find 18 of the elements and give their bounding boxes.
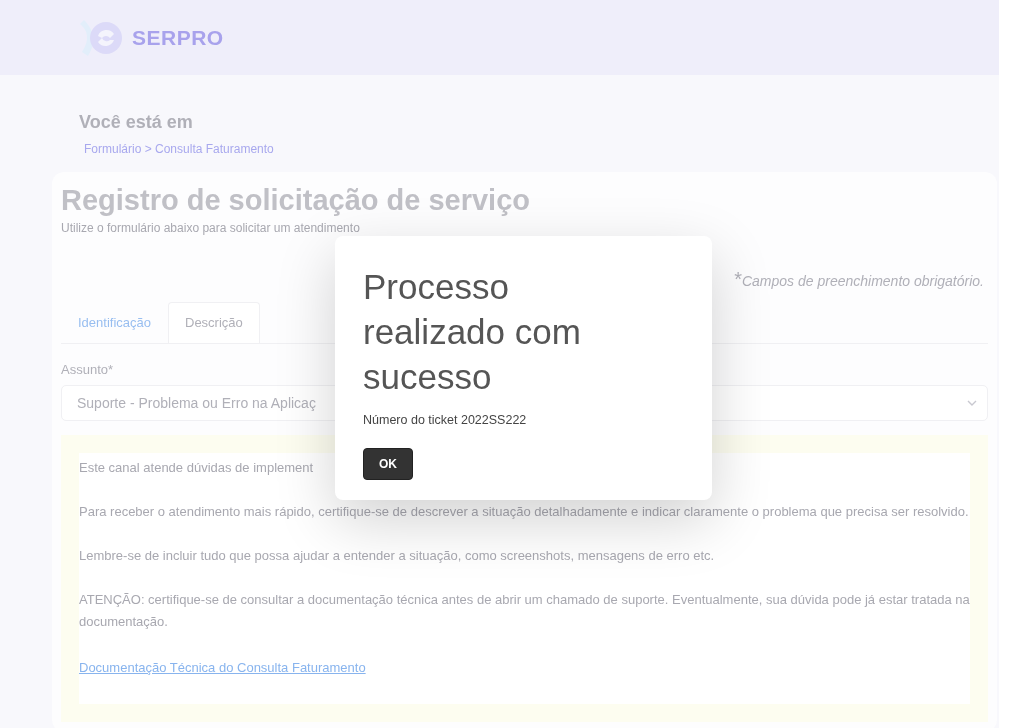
dialog-title: Processo realizado com sucesso bbox=[363, 266, 582, 398]
notice-paragraph: Para receber o atendimento mais rápido, certifique-se de descrever a situação detalhadamente e indicar claramente o problema que precisa ser resolvido. bbox=[79, 503, 969, 521]
form-title: Registro de solicitação de serviço bbox=[61, 183, 531, 218]
tab[interactable]: Descrição bbox=[168, 302, 260, 343]
breadcrumb-link[interactable]: Formulário > Consulta Faturamento bbox=[84, 142, 274, 156]
form-subtitle: Utilize o formulário abaixo para solicitar um atendimento bbox=[61, 220, 361, 236]
notice-paragraph: ATENÇÃO: certifique-se de consultar a documentação técnica antes de abrir um chamado de suporte. Eventualmente, sua dúvida pode já estar tratada na documentação. bbox=[79, 591, 970, 631]
notice-paragraph: Este canal atende dúvidas de implement bbox=[79, 459, 314, 477]
dialog-message: Número do ticket 2022SS222 bbox=[363, 412, 528, 429]
brand-name: SERPRO bbox=[132, 24, 224, 51]
subject-label: Assunto* bbox=[61, 360, 115, 379]
breadcrumb-heading: Você está em bbox=[79, 111, 194, 134]
chevron-down-icon bbox=[967, 400, 977, 406]
ok-button[interactable]: OK bbox=[363, 447, 413, 480]
tab[interactable]: Identificação bbox=[61, 302, 168, 343]
notice-paragraph: Lembre-se de incluir tudo que possa ajudar a entender a situação, como screenshots, mensagens de erro etc. bbox=[79, 547, 715, 565]
required-note: *Campos de preenchimento obrigatório. bbox=[734, 267, 984, 292]
documentation-link[interactable]: Documentação Técnica do Consulta Faturamento bbox=[79, 660, 366, 675]
